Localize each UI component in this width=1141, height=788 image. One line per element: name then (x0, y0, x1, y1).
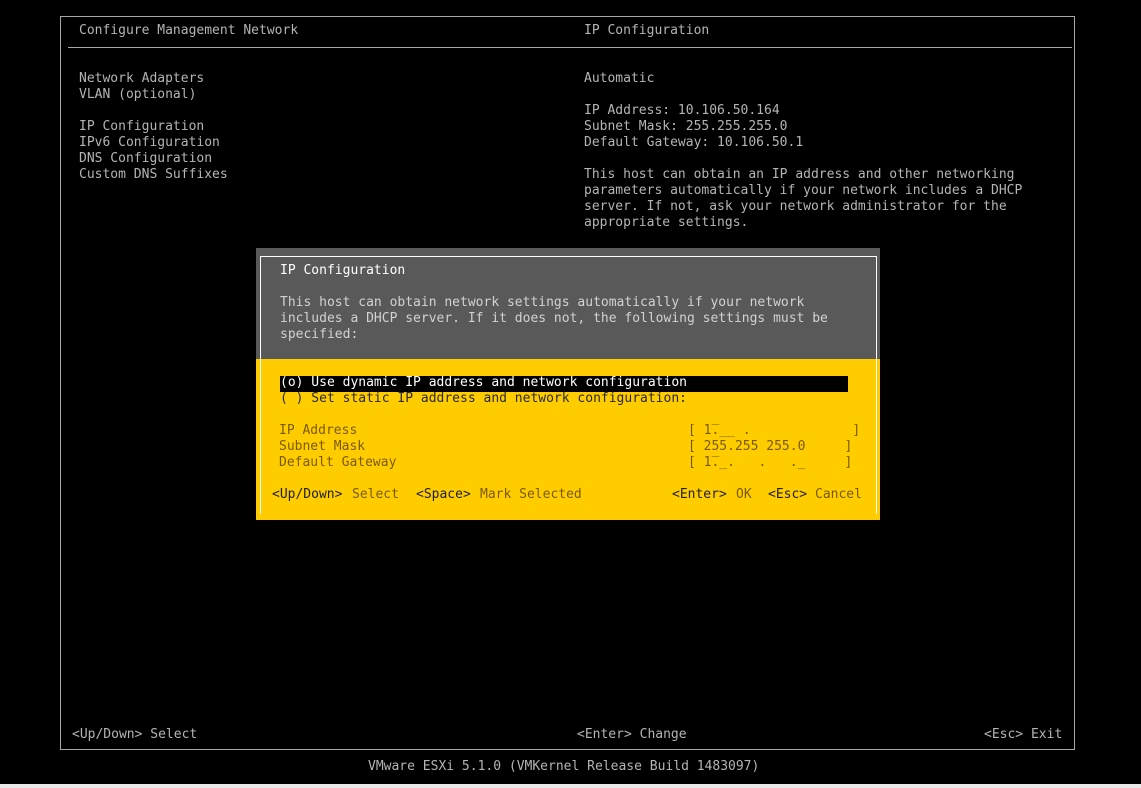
ok-text[interactable]: OK (736, 487, 752, 503)
footer-exit-hint: <Esc> Exit (984, 727, 1063, 742)
version-string: VMware ESXi 5.1.0 (VMKernel Release Buil… (368, 759, 760, 774)
hint-mark-selected-text: Mark Selected (480, 487, 582, 502)
option-dynamic-radio[interactable]: (o) Use dynamic IP address and network c… (280, 375, 687, 391)
option-static-radio[interactable]: ( ) Set static IP address and network co… (280, 391, 687, 407)
subnet-mask-info: Subnet Mask: 255.255.255.0 (584, 119, 788, 134)
dialog-description-line: This host can obtain network settings au… (280, 295, 805, 310)
subnet-mask-input[interactable]: [ 255.255 255.0 ] (688, 439, 852, 455)
ip-address-input[interactable]: [ 1̅.̲̲ . ] (688, 423, 860, 439)
ip-configuration-dialog: IP Configuration This host can obtain ne… (256, 248, 880, 520)
hint-space-key: <Space> (416, 487, 471, 502)
menu-item-vlan[interactable]: VLAN (optional) (79, 87, 196, 103)
dialog-description-line: specified: (280, 327, 359, 342)
default-gateway-label: Default Gateway (279, 455, 397, 470)
ip-address-info: IP Address: 10.106.50.164 (584, 103, 780, 118)
info-description-line: This host can obtain an IP address and o… (584, 167, 1015, 182)
dialog-title: IP Configuration (280, 263, 406, 278)
info-description-line: appropriate settings. (584, 215, 749, 230)
left-panel-title: Configure Management Network (79, 23, 299, 38)
bottom-strip (0, 784, 1141, 788)
dialog-description-line: includes a DHCP server. If it does not, … (280, 311, 828, 326)
footer-select-hint: <Up/Down> Select (72, 727, 198, 742)
hint-select-text: Select (352, 487, 399, 502)
menu-item-ipv6-configuration[interactable]: IPv6 Configuration (79, 135, 220, 151)
menu-item-network-adapters[interactable]: Network Adapters (79, 71, 204, 87)
default-gateway-input[interactable]: [ 1̅.̲. . .̲ ] (688, 455, 852, 471)
ip-address-label: IP Address (279, 423, 358, 438)
subnet-mask-label: Subnet Mask (279, 439, 366, 454)
menu-item-ip-configuration[interactable]: IP Configuration (79, 119, 204, 135)
header-divider (68, 47, 1072, 48)
enter-ok-key[interactable]: <Enter> (672, 487, 727, 503)
ip-mode-value: Automatic (584, 71, 655, 86)
footer-change-hint: <Enter> Change (577, 727, 687, 742)
hint-updown-key: <Up/Down> (272, 487, 343, 502)
right-panel-title: IP Configuration (584, 23, 710, 38)
default-gateway-info: Default Gateway: 10.106.50.1 (584, 135, 804, 150)
info-description-line: server. If not, ask your network adminis… (584, 199, 1007, 214)
info-description-line: parameters automatically if your network… (584, 183, 1023, 198)
menu-item-custom-dns-suffixes[interactable]: Custom DNS Suffixes (79, 167, 228, 183)
esc-cancel-key[interactable]: <Esc> (768, 487, 807, 503)
cancel-text[interactable]: Cancel (815, 487, 862, 503)
menu-item-dns-configuration[interactable]: DNS Configuration (79, 151, 212, 167)
